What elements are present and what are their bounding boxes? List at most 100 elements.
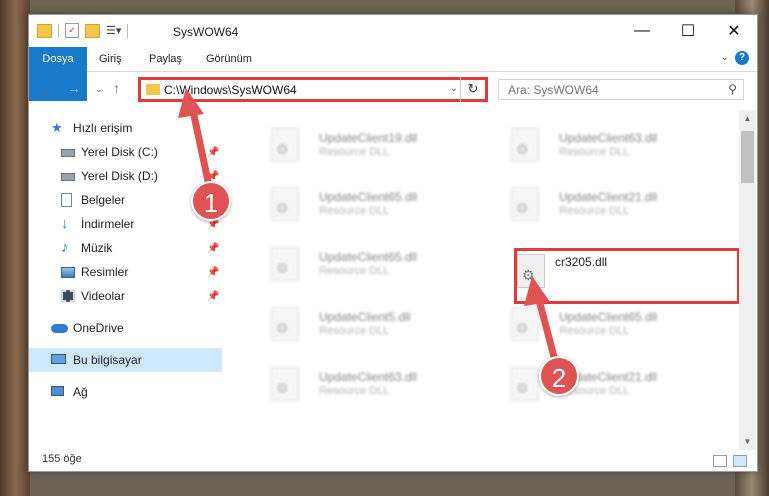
close-button[interactable]: ✕	[711, 15, 757, 47]
pin-icon: 📌	[207, 146, 220, 158]
sidebar-item-network[interactable]: Ağ	[29, 380, 222, 404]
dll-file-icon: ⚙	[517, 254, 545, 288]
file-description: Resource DLL	[319, 265, 390, 277]
file-item[interactable]: ⚙ UpdateClient63.dll Resource DLL	[249, 361, 479, 415]
ribbon-tabs: Dosya Giriş Paylaş Görünüm	[29, 47, 757, 101]
file-description: Resource DLL	[319, 325, 390, 337]
file-name: UpdateClient21.dll	[559, 190, 658, 204]
sidebar-item-label: Hızlı erişim	[73, 121, 133, 135]
download-icon: ↓	[61, 215, 69, 232]
scrollbar-thumb[interactable]	[741, 131, 754, 183]
file-name: UpdateClient63.dll	[319, 370, 418, 384]
file-item[interactable]: ⚙ UpdateClient65.dll Resource DLL	[249, 181, 479, 235]
dll-file-icon: ⚙	[511, 367, 539, 401]
refresh-button[interactable]: ↻	[460, 77, 485, 102]
sidebar-item-label: Ağ	[73, 385, 88, 399]
sidebar-item-videos[interactable]: Videolar 📌	[29, 284, 222, 308]
file-item[interactable]: ⚙ UpdateClient21.dll Resource DLL	[489, 181, 719, 235]
sidebar-item-label: Belgeler	[81, 193, 126, 207]
sidebar-item-label: Müzik	[81, 241, 113, 255]
sidebar-item-pictures[interactable]: Resimler 📌	[29, 260, 222, 284]
file-item[interactable]: ⚙ UpdateClient5.dll Resource DLL	[249, 301, 479, 355]
video-icon	[61, 290, 75, 302]
navigation-pane: ★ Hızlı erişim Yerel Disk (C:) 📌 Yerel D…	[29, 110, 222, 450]
sidebar-item-quick-access[interactable]: ★ Hızlı erişim	[29, 116, 222, 140]
pictures-icon	[61, 267, 75, 278]
sidebar-item-downloads[interactable]: ↓ İndirmeler 📌	[29, 212, 222, 236]
details-view-icon[interactable]	[713, 455, 727, 467]
address-path[interactable]: C:\Windows\SysWOW64	[164, 83, 297, 97]
sidebar-item-onedrive[interactable]: OneDrive	[29, 316, 222, 340]
quick-access-toolbar: ✓ ☰▾	[37, 23, 129, 38]
sidebar-item-this-pc[interactable]: Bu bilgisayar	[29, 348, 222, 372]
tab-share[interactable]: Paylaş	[139, 47, 192, 71]
scroll-down-icon[interactable]: ▼	[739, 433, 756, 450]
file-item[interactable]: ⚙ UpdateClient19.dll Resource DLL	[249, 122, 479, 176]
file-description: Resource DLL	[559, 205, 630, 217]
file-name: UpdateClient65.dll	[559, 310, 658, 324]
file-list: ⚙ UpdateClient19.dll Resource DLL ⚙ Upda…	[225, 110, 740, 450]
annotation-badge-2: 2	[539, 356, 579, 396]
separator	[127, 23, 129, 38]
file-name: cr3205.dll	[555, 255, 608, 269]
pin-icon: 📌	[207, 266, 220, 278]
file-name: UpdateClient65.dll	[319, 250, 418, 264]
dll-file-icon: ⚙	[271, 247, 299, 281]
file-description: Resource DLL	[319, 146, 390, 158]
file-item[interactable]: ⚙ UpdateClient65.dll Resource DLL	[489, 301, 719, 355]
chevron-down-icon[interactable]: ⌄	[450, 83, 458, 94]
file-name: UpdateClient5.dll	[319, 310, 411, 324]
folder-icon	[37, 23, 52, 38]
file-name: UpdateClient63.dll	[559, 131, 658, 145]
customize-toolbar-icon[interactable]: ☰▾	[106, 24, 121, 37]
annotation-badge-1: 1	[191, 181, 231, 221]
forward-button[interactable]: →	[67, 80, 81, 96]
file-item-selected[interactable]: ⚙ cr3205.dll	[514, 248, 740, 304]
recent-locations-button[interactable]: ⌄	[95, 84, 103, 95]
sidebar-item-label: OneDrive	[73, 321, 124, 335]
file-explorer-window: ✓ ☰▾ SysWOW64 — ☐ ✕ Dosya Giriş Paylaş G…	[28, 14, 758, 472]
large-icons-view-icon[interactable]	[733, 455, 747, 467]
address-bar[interactable]: C:\Windows\SysWOW64 ⌄ ↻	[138, 77, 488, 102]
search-input[interactable]	[506, 80, 710, 100]
dll-file-icon: ⚙	[271, 128, 299, 162]
sidebar-item-disk-c[interactable]: Yerel Disk (C:) 📌	[29, 140, 222, 164]
pin-icon: 📌	[207, 170, 220, 182]
vertical-scrollbar[interactable]: ▲ ▼	[739, 110, 756, 450]
file-name: UpdateClient19.dll	[319, 131, 418, 145]
sidebar-item-label: Yerel Disk (D:)	[81, 169, 158, 183]
file-name: UpdateClient65.dll	[319, 190, 418, 204]
search-icon[interactable]: ⚲	[728, 82, 737, 96]
minimize-button[interactable]: —	[619, 15, 665, 47]
sidebar-item-label: Yerel Disk (C:)	[81, 145, 158, 159]
computer-icon	[51, 354, 66, 364]
up-button[interactable]: ↑	[113, 80, 120, 96]
file-item[interactable]: ⚙ UpdateClient21.dll Resource DLL	[489, 361, 719, 415]
maximize-button[interactable]: ☐	[665, 15, 711, 47]
tab-home[interactable]: Giriş	[89, 47, 132, 71]
sidebar-item-music[interactable]: ♪ Müzik 📌	[29, 236, 222, 260]
file-description: Resource DLL	[319, 205, 390, 217]
chevron-down-icon[interactable]: ⌄	[721, 52, 729, 63]
file-item[interactable]: ⚙ UpdateClient63.dll Resource DLL	[489, 122, 719, 176]
properties-icon[interactable]: ✓	[65, 23, 79, 38]
tab-view[interactable]: Görünüm	[196, 47, 262, 71]
title-bar: ✓ ☰▾ SysWOW64 — ☐ ✕	[29, 15, 757, 47]
navigation-bar: ← → ⌄ ↑ C:\Windows\SysWOW64 ⌄ ↻ ⚲	[29, 72, 757, 106]
dll-file-icon: ⚙	[271, 187, 299, 221]
dll-file-icon: ⚙	[271, 307, 299, 341]
scroll-up-icon[interactable]: ▲	[739, 110, 756, 127]
search-box[interactable]: ⚲	[498, 79, 744, 100]
file-description: Resource DLL	[559, 146, 630, 158]
back-button[interactable]: ←	[39, 80, 53, 96]
cloud-icon	[51, 324, 68, 333]
sidebar-item-label: Videolar	[81, 289, 125, 303]
help-icon[interactable]: ?	[735, 51, 749, 65]
sidebar-item-label: Resimler	[81, 265, 129, 279]
sidebar-item-label: Bu bilgisayar	[73, 353, 142, 367]
music-icon: ♪	[61, 239, 69, 256]
sidebar-item-disk-d[interactable]: Yerel Disk (D:) 📌	[29, 164, 222, 188]
folder-icon	[146, 84, 160, 95]
new-folder-icon[interactable]	[85, 23, 100, 38]
file-item[interactable]: ⚙ UpdateClient65.dll Resource DLL	[249, 241, 479, 295]
